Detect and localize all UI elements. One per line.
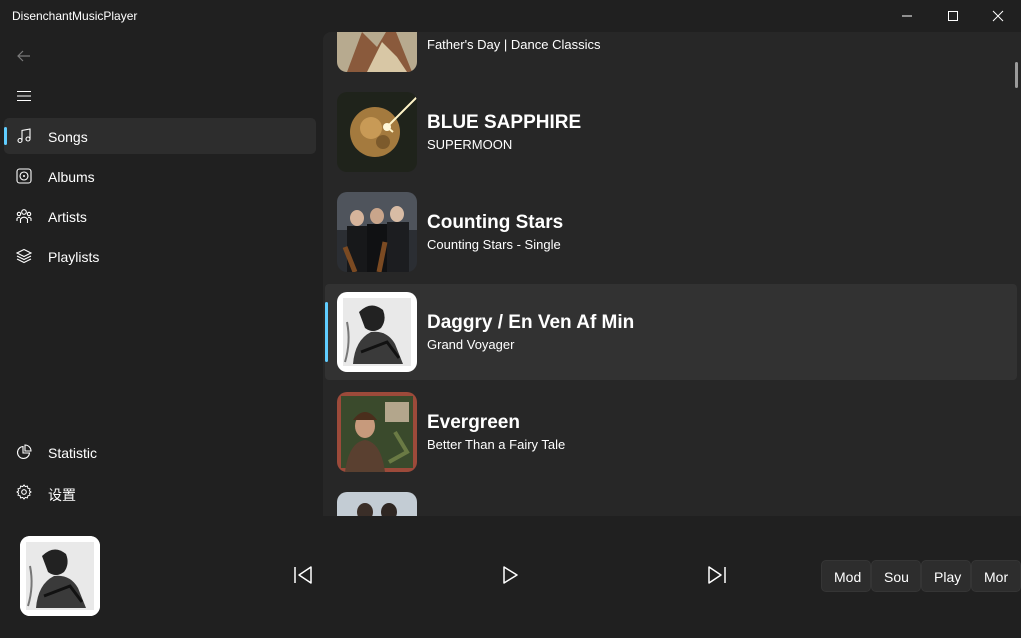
artists-icon: [16, 209, 32, 223]
album-cover: [337, 492, 417, 516]
song-list: Father's Day | Dance Classics BLUE SAPPH…: [323, 32, 1021, 516]
nav-item-playlists[interactable]: Playlists: [4, 238, 316, 274]
album-cover: [337, 192, 417, 272]
nav-item-label: Playlists: [48, 249, 100, 265]
nav-item-artists[interactable]: Artists: [4, 198, 316, 234]
song-title: Evergreen: [427, 412, 520, 433]
song-title: BLUE SAPPHIRE: [427, 112, 582, 133]
nav-item-label: Statistic: [48, 445, 98, 461]
album-cover-art: [337, 492, 417, 516]
playlist-button[interactable]: Play: [921, 560, 971, 592]
chip-label: Play: [934, 569, 962, 585]
play-icon: [503, 566, 518, 584]
album-cover: [337, 32, 417, 72]
music-note-icon: [17, 128, 31, 144]
now-playing-cover[interactable]: [20, 536, 100, 616]
sound-button[interactable]: Sou: [871, 560, 921, 592]
play-button[interactable]: [495, 560, 525, 590]
chip-label: Sou: [884, 569, 909, 585]
song-row[interactable]: Counting Stars Counting Stars - Single: [325, 184, 1017, 280]
nav-item-label: Artists: [48, 209, 87, 225]
next-track-button[interactable]: [702, 560, 732, 590]
album-cover: [337, 392, 417, 472]
more-button[interactable]: Mor: [971, 560, 1021, 592]
chip-label: Mor: [984, 569, 1009, 585]
nav-item-statistic[interactable]: Statistic: [4, 434, 316, 470]
song-album: Father's Day | Dance Classics: [427, 37, 601, 52]
album-cover: [337, 92, 417, 172]
back-arrow-icon: [17, 50, 30, 62]
pie-chart-icon: [17, 444, 32, 459]
album-cover-art: [337, 392, 417, 472]
title-bar: DisenchantMusicPlayer: [0, 0, 1021, 32]
layers-icon: [16, 248, 32, 264]
previous-track-button[interactable]: [288, 560, 318, 590]
gear-icon: [16, 484, 32, 500]
scrollbar-thumb[interactable]: [1015, 62, 1018, 88]
maximize-button[interactable]: [930, 0, 976, 32]
song-album: SUPERMOON: [427, 137, 513, 152]
album-cover-art: [337, 192, 417, 272]
nav-item-songs[interactable]: Songs: [4, 118, 316, 154]
minimize-icon: [902, 15, 912, 17]
maximize-icon: [948, 11, 958, 21]
selection-indicator: [325, 302, 328, 362]
song-row[interactable]: BLUE SAPPHIRE SUPERMOON: [325, 84, 1017, 180]
song-album: Counting Stars - Single: [427, 237, 561, 252]
album-cover-art: [337, 32, 417, 72]
navigation-pane: Songs Albums Artists Playlists Statistic: [0, 32, 323, 528]
song-album: Grand Voyager: [427, 337, 515, 352]
album-cover: [337, 292, 417, 372]
player-bar: Mod Sou Play Mor: [0, 516, 1021, 638]
next-track-icon: [708, 566, 726, 584]
nav-item-albums[interactable]: Albums: [4, 158, 316, 194]
hamburger-icon: [17, 90, 31, 102]
song-title: Daggry / En Ven Af Min: [427, 312, 635, 333]
minimize-button[interactable]: [884, 0, 930, 32]
back-button[interactable]: [10, 42, 38, 70]
album-cover-art: [337, 292, 417, 372]
nav-item-settings[interactable]: 设置: [4, 474, 316, 510]
nav-item-label: Albums: [48, 169, 95, 185]
song-row[interactable]: Father's Day | Dance Classics: [325, 32, 1017, 80]
app-title: DisenchantMusicPlayer: [12, 9, 138, 23]
menu-toggle-button[interactable]: [10, 82, 38, 110]
chip-label: Mod: [834, 569, 862, 585]
nav-item-label: Songs: [48, 129, 88, 145]
song-album: Better Than a Fairy Tale: [427, 437, 566, 452]
previous-track-icon: [294, 566, 312, 584]
selection-indicator: [4, 127, 7, 145]
album-icon: [16, 168, 32, 184]
nav-item-label: 设置: [48, 487, 76, 503]
close-icon: [992, 10, 1004, 22]
mode-button[interactable]: Mod: [821, 560, 871, 592]
album-cover-art: [337, 92, 417, 172]
song-row[interactable]: Evergreen Better Than a Fairy Tale: [325, 384, 1017, 480]
album-cover-art: [20, 536, 100, 616]
song-row-selected[interactable]: Daggry / En Ven Af Min Grand Voyager: [325, 284, 1017, 380]
close-button[interactable]: [975, 0, 1021, 32]
song-row[interactable]: [325, 484, 1017, 516]
song-title: Counting Stars: [427, 212, 564, 233]
